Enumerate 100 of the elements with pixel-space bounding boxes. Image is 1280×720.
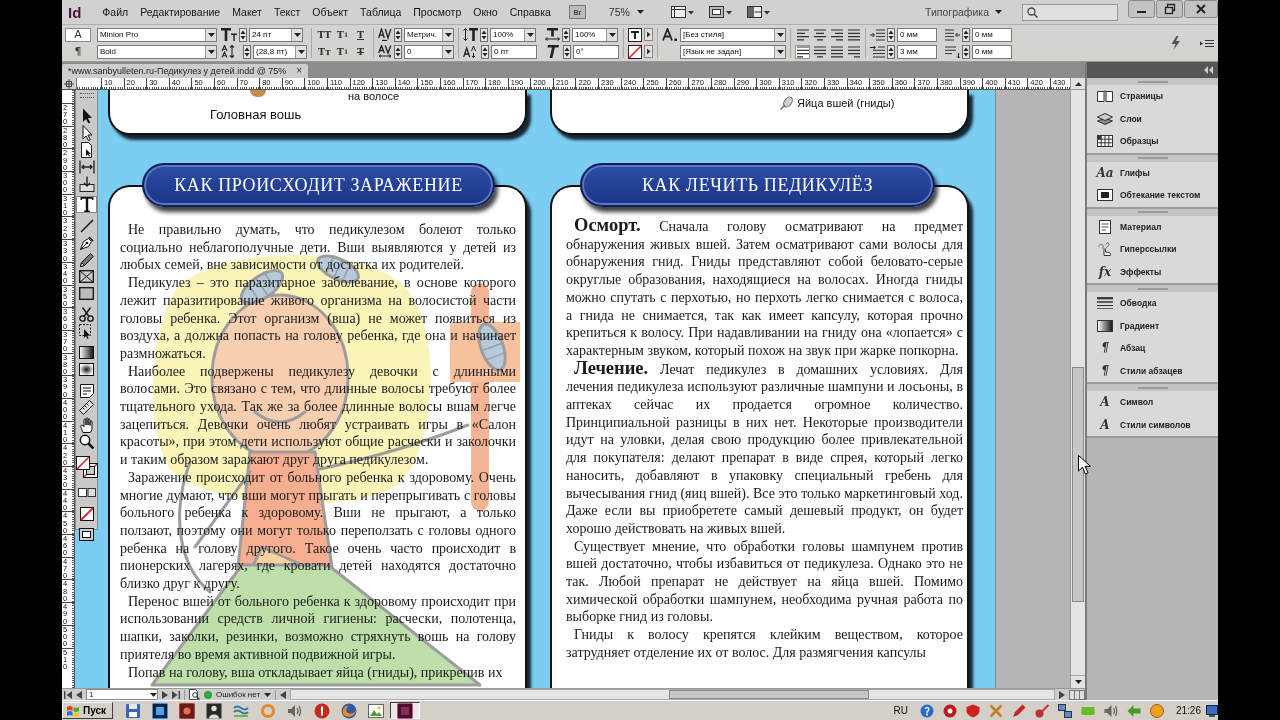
text-style-button[interactable]: T xyxy=(352,44,369,59)
text-style-button[interactable]: T xyxy=(352,27,369,42)
spinner-icon[interactable] xyxy=(887,44,895,59)
down-arrow-icon[interactable] xyxy=(1074,680,1082,684)
first-line-indent-field[interactable]: 3 мм xyxy=(897,44,937,59)
language-indicator[interactable]: RU xyxy=(893,705,908,716)
triangle-right-icon[interactable] xyxy=(644,28,653,41)
caret-icon[interactable] xyxy=(776,49,784,54)
caret-icon[interactable] xyxy=(995,10,1002,14)
taskbar-button[interactable] xyxy=(390,702,421,719)
close-icon[interactable] xyxy=(1184,0,1218,18)
shield-icon[interactable] xyxy=(965,703,980,718)
spinner-icon[interactable] xyxy=(887,27,895,42)
next-page-icon[interactable] xyxy=(162,690,168,699)
globe-icon[interactable] xyxy=(341,702,358,719)
font-family-field[interactable]: Minion Pro xyxy=(97,27,217,42)
last-page-icon[interactable] xyxy=(172,690,180,699)
tool-button[interactable] xyxy=(76,454,97,480)
align-button[interactable] xyxy=(846,44,861,59)
caret-icon[interactable] xyxy=(207,49,215,54)
align-button[interactable] xyxy=(812,44,827,59)
tool-button[interactable] xyxy=(76,268,97,285)
zoom-dropdown[interactable]: 75% xyxy=(605,4,647,20)
align-button[interactable] xyxy=(846,27,861,42)
menu-item[interactable]: Редактирование xyxy=(134,4,227,20)
tool-button[interactable] xyxy=(76,344,97,361)
document-tab[interactable]: *www.sanbyulleten.ru-Педикулез у детей.indd @ 75% × xyxy=(62,64,309,78)
align-button[interactable] xyxy=(795,44,810,59)
horizontal-scale-field[interactable]: 100% xyxy=(572,27,618,42)
align-button[interactable] xyxy=(795,27,810,42)
align-button[interactable] xyxy=(829,44,844,59)
stop-circle-icon[interactable] xyxy=(314,702,331,719)
triangle-right-icon[interactable] xyxy=(644,45,653,58)
tool-button[interactable] xyxy=(76,399,97,416)
text-style-button[interactable]: TT xyxy=(316,27,333,42)
align-button[interactable] xyxy=(829,27,844,42)
split-layout-icon[interactable] xyxy=(746,5,771,19)
double-arrow-icon[interactable] xyxy=(1203,66,1213,74)
spinner-icon[interactable] xyxy=(562,27,570,42)
panel-button[interactable]: Страницы xyxy=(1087,85,1218,108)
minimize-icon[interactable] xyxy=(1128,0,1155,18)
caret-icon[interactable] xyxy=(636,10,644,14)
silhouette-icon[interactable] xyxy=(206,702,223,719)
tool-button[interactable] xyxy=(76,158,97,175)
spinner-icon[interactable] xyxy=(563,44,571,59)
caret-icon[interactable] xyxy=(293,32,301,37)
menu-item[interactable]: Просмотр xyxy=(407,4,468,20)
caret-icon[interactable] xyxy=(264,692,272,697)
panel-button[interactable]: Слои xyxy=(1087,107,1218,130)
desktop-icon[interactable] xyxy=(1206,703,1218,718)
page-magnifier-icon[interactable] xyxy=(189,689,200,700)
tool-button[interactable] xyxy=(76,285,97,302)
text-style-button[interactable]: Tт xyxy=(316,44,333,59)
network-icon[interactable] xyxy=(1057,703,1072,718)
panel-button[interactable]: Образцы xyxy=(1087,130,1218,153)
picture-icon[interactable] xyxy=(368,702,385,719)
panel-button[interactable]: Aa Глифы xyxy=(1087,161,1218,184)
square-app-icon[interactable] xyxy=(179,702,196,719)
panel-button[interactable]: ¶ Абзац xyxy=(1087,337,1218,360)
kerning-field[interactable]: Метрич. xyxy=(404,27,454,42)
question-circle-icon[interactable] xyxy=(919,703,934,718)
previous-page-icon[interactable] xyxy=(76,690,82,699)
spinner-icon[interactable] xyxy=(239,27,247,42)
paragraph-style-field[interactable]: [Без стиля] xyxy=(680,27,786,42)
tool-button[interactable] xyxy=(76,306,97,323)
caret-icon[interactable] xyxy=(297,49,305,54)
panel-button[interactable]: Градиент xyxy=(1087,314,1218,337)
menu-item[interactable]: Объект xyxy=(306,4,355,20)
record-icon[interactable] xyxy=(942,703,957,718)
restore-icon[interactable] xyxy=(1156,0,1183,18)
panel-button[interactable]: A Стили символов xyxy=(1087,413,1218,436)
spinner-icon[interactable] xyxy=(480,27,488,42)
menu-item[interactable]: Справка xyxy=(503,4,557,20)
guitar-icon[interactable] xyxy=(1034,703,1049,718)
menu-item[interactable]: Таблица xyxy=(354,4,408,20)
speaker-icon[interactable] xyxy=(1103,703,1118,718)
square-app-icon[interactable] xyxy=(152,702,169,719)
close-tab-button[interactable]: × xyxy=(295,66,304,76)
coin-icon[interactable] xyxy=(1149,703,1164,718)
paragraph-mode-button[interactable]: ¶ xyxy=(65,44,91,59)
caret-icon[interactable] xyxy=(444,32,452,37)
left-indent-field[interactable]: 0 мм xyxy=(897,27,937,42)
font-style-field[interactable]: Bold xyxy=(97,44,217,59)
spinner-icon[interactable] xyxy=(394,27,402,42)
panel-button[interactable]: Обтекание текстом xyxy=(1087,184,1218,207)
right-indent-field[interactable]: 0 мм xyxy=(972,27,1012,42)
menu-item[interactable]: Файл xyxy=(96,4,135,20)
skew-field[interactable]: 0° xyxy=(573,44,619,59)
panel-menu-icon[interactable] xyxy=(1200,38,1214,48)
lightning-icon[interactable] xyxy=(1171,36,1180,50)
start-button[interactable]: Пуск xyxy=(62,702,114,719)
first-page-icon[interactable] xyxy=(64,690,72,699)
panel-button[interactable]: Гиперссылки xyxy=(1087,238,1218,261)
horizontal-scrollbar[interactable] xyxy=(290,689,1055,700)
grid-view-icon[interactable] xyxy=(670,5,695,19)
spinner-icon[interactable] xyxy=(481,44,489,59)
spinner-icon[interactable] xyxy=(394,44,402,59)
caret-icon[interactable] xyxy=(207,32,215,37)
menu-item[interactable]: Окно xyxy=(467,4,504,20)
space-after-field[interactable]: 0 мм xyxy=(972,44,1012,59)
